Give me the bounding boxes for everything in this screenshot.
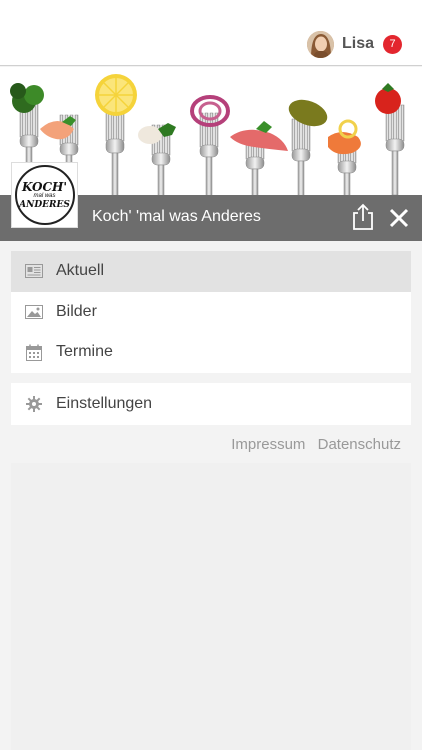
top-bar: Lisa 7 xyxy=(0,0,422,66)
menu-item-label: Bilder xyxy=(56,302,97,320)
menu-item-einstellungen[interactable]: Einstellungen xyxy=(11,383,411,425)
impressum-link[interactable]: Impressum xyxy=(231,436,305,453)
logo-line-1: KOCH' xyxy=(21,179,68,194)
settings-menu: Einstellungen xyxy=(11,383,411,425)
gear-icon xyxy=(25,395,43,413)
newspaper-icon xyxy=(25,262,43,280)
menu-item-label: Aktuell xyxy=(56,262,105,280)
user-menu[interactable]: Lisa 7 xyxy=(306,30,402,58)
title-bar: KOCH' mal was ANDERES Koch' 'mal was And… xyxy=(0,162,422,241)
menu-item-bilder[interactable]: Bilder xyxy=(11,292,411,333)
menu-item-aktuell[interactable]: Aktuell xyxy=(11,251,411,292)
content-area xyxy=(11,463,411,750)
app-logo: KOCH' mal was ANDERES xyxy=(11,162,78,228)
close-icon xyxy=(389,208,409,228)
menu-item-termine[interactable]: Termine xyxy=(11,332,411,373)
datenschutz-link[interactable]: Datenschutz xyxy=(318,436,401,453)
logo-line-2: mal was xyxy=(33,192,56,199)
footer-links: Impressum Datenschutz xyxy=(223,436,401,453)
avatar[interactable] xyxy=(306,30,334,58)
menu-item-label: Termine xyxy=(56,343,113,361)
main-menu: Aktuell Bilder Termine xyxy=(11,251,411,373)
share-icon xyxy=(353,203,373,230)
share-button[interactable] xyxy=(350,203,376,231)
close-button[interactable] xyxy=(386,205,412,231)
notification-badge[interactable]: 7 xyxy=(383,34,402,54)
image-icon xyxy=(25,303,43,321)
calendar-icon xyxy=(25,343,43,361)
menu-item-label: Einstellungen xyxy=(56,395,153,412)
logo-badge: KOCH' mal was ANDERES xyxy=(14,165,75,225)
page-title: Koch' 'mal was Anderes xyxy=(92,208,261,225)
user-name[interactable]: Lisa xyxy=(342,35,374,53)
logo-line-3: ANDERES xyxy=(19,199,70,210)
